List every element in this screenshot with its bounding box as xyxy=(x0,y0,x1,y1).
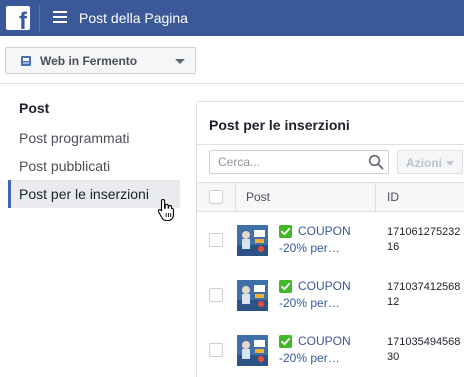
chevron-down-icon xyxy=(175,59,185,64)
post-id: 171061275232 xyxy=(387,226,461,238)
post-thumbnail[interactable] xyxy=(237,335,268,366)
column-header-post[interactable]: Post xyxy=(246,190,270,204)
table-row: COUPON -20% per… 171037412568 12 xyxy=(197,267,464,323)
post-id-suffix: 16 xyxy=(387,241,400,253)
sidebar-heading: Post xyxy=(19,100,50,116)
actions-label: Azioni xyxy=(406,156,442,170)
sidebar-item-post-pubblicati[interactable]: Post pubblicati xyxy=(8,152,180,180)
post-thumbnail[interactable] xyxy=(237,280,268,311)
facebook-logo-icon[interactable]: f xyxy=(6,6,30,30)
row-checkbox[interactable] xyxy=(209,343,223,357)
post-title-link[interactable]: COUPON xyxy=(298,224,351,238)
table-header: Post ID xyxy=(197,182,464,212)
column-header-id[interactable]: ID xyxy=(387,190,399,204)
post-id: 171037412568 xyxy=(387,281,461,293)
top-bar: f Post della Pagina xyxy=(0,0,464,36)
ad-posts-panel: Post per le inserzioni Azioni Post ID xyxy=(196,101,464,377)
sidebar-item-post-programmati[interactable]: Post programmati xyxy=(8,124,180,152)
page-selector-bar: Web in Fermento xyxy=(0,36,464,84)
row-checkbox[interactable] xyxy=(209,288,223,302)
page-selector-label: Web in Fermento xyxy=(40,54,138,68)
divider xyxy=(197,144,464,145)
table-row: COUPON -20% per… 171061275232 16 xyxy=(197,212,464,268)
facebook-logo-letter: f xyxy=(19,8,27,31)
search-box xyxy=(209,150,389,174)
post-subtitle-link[interactable]: -20% per… xyxy=(279,351,340,365)
post-subtitle-link[interactable]: -20% per… xyxy=(279,296,340,310)
panel-title: Post per le inserzioni xyxy=(209,117,350,133)
sidebar: Post Post programmati Post pubblicati Po… xyxy=(0,85,196,377)
post-id-suffix: 12 xyxy=(387,296,400,308)
row-checkbox[interactable] xyxy=(209,233,223,247)
column-divider xyxy=(235,183,236,211)
post-title-link[interactable]: COUPON xyxy=(298,279,351,293)
search-input[interactable] xyxy=(210,151,365,173)
table-row: COUPON -20% per… 171035494568 30 xyxy=(197,322,464,377)
post-id: 171035494568 xyxy=(387,336,461,348)
hand-cursor-icon xyxy=(157,198,174,222)
chevron-down-icon xyxy=(446,161,454,166)
page-title: Post della Pagina xyxy=(79,10,188,26)
page-selector-dropdown[interactable]: Web in Fermento xyxy=(5,47,196,74)
sidebar-item-post-per-le-inserzioni[interactable]: Post per le inserzioni xyxy=(8,180,180,208)
post-id-suffix: 30 xyxy=(387,351,400,363)
search-icon[interactable] xyxy=(368,154,384,170)
topbar-divider xyxy=(39,4,40,32)
post-subtitle-link[interactable]: -20% per… xyxy=(279,241,340,255)
checkmark-icon xyxy=(279,225,292,238)
actions-dropdown-button[interactable]: Azioni xyxy=(397,150,463,174)
column-divider xyxy=(375,183,376,211)
page-flag-icon xyxy=(21,56,31,66)
hamburger-menu-icon[interactable] xyxy=(53,11,67,25)
select-all-checkbox[interactable] xyxy=(209,190,223,204)
checkmark-icon xyxy=(279,280,292,293)
post-title-link[interactable]: COUPON xyxy=(298,334,351,348)
post-thumbnail[interactable] xyxy=(237,225,268,256)
checkmark-icon xyxy=(279,335,292,348)
